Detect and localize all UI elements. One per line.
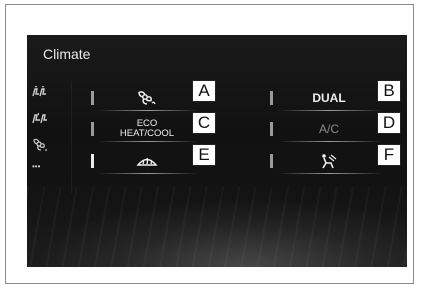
callout-a: A [192,80,216,102]
more-icon[interactable]: ••• [32,162,48,176]
callout-c: C [192,112,216,134]
sidebar-divider [71,81,72,193]
figure-frame: Climate ••• DUAL ECO HEAT/COOL A/C A B C… [5,4,414,284]
button-underline [98,141,198,142]
indicator-light [270,154,273,168]
front-defroster-button[interactable] [88,148,198,174]
seat-heater-icon[interactable] [32,112,48,126]
indicator-light [91,154,94,168]
callout-d: D [377,112,401,134]
button-underline [277,141,383,142]
ac-button[interactable]: A/C [267,116,383,142]
eco-label-line2: HEAT/COOL [119,128,175,139]
callout-f: F [377,144,401,166]
seat-ventilation-icon[interactable] [32,86,48,100]
fan-auto-icon [98,85,196,111]
background-floor [27,187,407,267]
callout-e: E [192,144,216,166]
dual-button[interactable]: DUAL [267,85,383,111]
front-defroster-icon [98,148,196,174]
eco-heat-cool-button[interactable]: ECO HEAT/COOL [88,116,198,142]
air-to-feet-button[interactable] [267,148,383,174]
climate-screen: Climate ••• DUAL ECO HEAT/COOL A/C [27,35,407,267]
indicator-light [270,91,273,105]
indicator-light [91,122,94,136]
button-underline [277,173,383,174]
indicator-light [91,91,94,105]
screen-title: Climate [43,46,91,62]
ac-label: A/C [318,122,339,136]
dual-label: DUAL [312,91,346,105]
indicator-light [270,122,273,136]
air-to-feet-icon [277,148,381,174]
button-underline [277,110,383,111]
button-underline [98,110,198,111]
button-underline [98,173,198,174]
eco-heat-cool-label: ECO HEAT/COOL [98,116,196,142]
fan-icon[interactable] [32,138,48,152]
fan-auto-button[interactable] [88,85,198,111]
callout-b: B [377,80,401,102]
